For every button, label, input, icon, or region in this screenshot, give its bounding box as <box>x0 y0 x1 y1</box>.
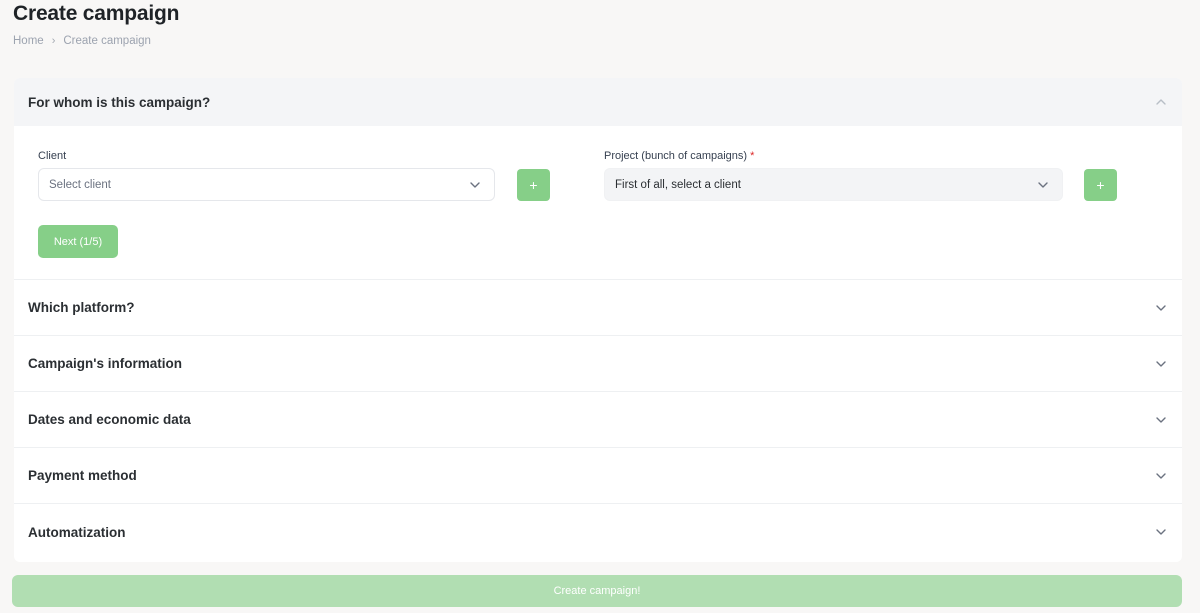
breadcrumb: Home › Create campaign <box>13 35 151 47</box>
client-label: Client <box>38 150 67 162</box>
add-client-button[interactable]: + <box>517 169 550 201</box>
project-select-value: First of all, select a client <box>615 178 741 191</box>
section-audience-title: For whom is this campaign? <box>28 94 211 110</box>
breadcrumb-separator: › <box>51 35 56 47</box>
chevron-down-icon[interactable] <box>1154 525 1168 539</box>
chevron-down-icon[interactable] <box>1154 469 1168 483</box>
project-label-text: Project (bunch of campaigns) <box>604 150 748 162</box>
section-audience-header[interactable]: For whom is this campaign? <box>14 78 1182 126</box>
campaign-accordion: For whom is this campaign? Client Select… <box>14 78 1182 562</box>
next-button[interactable]: Next (1/5) <box>38 225 118 258</box>
section-dates: Dates and economic data <box>14 392 1182 448</box>
section-audience-body: Client Select client + Project (bunch of… <box>14 126 1182 280</box>
section-automation: Automatization <box>14 504 1182 560</box>
add-project-button[interactable]: + <box>1084 169 1117 201</box>
section-platform-header[interactable]: Which platform? <box>14 280 1182 336</box>
breadcrumb-current: Create campaign <box>63 35 151 47</box>
section-dates-header[interactable]: Dates and economic data <box>14 392 1182 448</box>
section-audience: For whom is this campaign? Client Select… <box>14 78 1182 280</box>
chevron-down-icon <box>1036 178 1050 192</box>
section-automation-header[interactable]: Automatization <box>14 504 1182 560</box>
section-platform-title: Which platform? <box>28 300 135 315</box>
create-campaign-button[interactable]: Create campaign! <box>12 575 1182 607</box>
chevron-down-icon[interactable] <box>1154 413 1168 427</box>
section-information: Campaign's information <box>14 336 1182 392</box>
chevron-down-icon[interactable] <box>1154 301 1168 315</box>
client-select-value: Select client <box>49 178 112 191</box>
section-payment-title: Payment method <box>28 468 137 483</box>
page-title: Create campaign <box>13 2 180 25</box>
section-information-title: Campaign's information <box>28 356 182 371</box>
required-mark: * <box>750 150 755 162</box>
section-platform: Which platform? <box>14 280 1182 336</box>
project-label: Project (bunch of campaigns) * <box>604 150 754 162</box>
section-payment: Payment method <box>14 448 1182 504</box>
section-automation-title: Automatization <box>28 524 126 540</box>
chevron-down-icon <box>468 178 482 192</box>
section-information-header[interactable]: Campaign's information <box>14 336 1182 392</box>
client-select[interactable]: Select client <box>38 168 495 201</box>
chevron-up-icon[interactable] <box>1154 95 1168 109</box>
chevron-down-icon[interactable] <box>1154 357 1168 371</box>
project-select[interactable]: First of all, select a client <box>604 168 1063 201</box>
breadcrumb-home[interactable]: Home <box>13 35 44 47</box>
section-payment-header[interactable]: Payment method <box>14 448 1182 504</box>
section-dates-title: Dates and economic data <box>28 412 191 427</box>
